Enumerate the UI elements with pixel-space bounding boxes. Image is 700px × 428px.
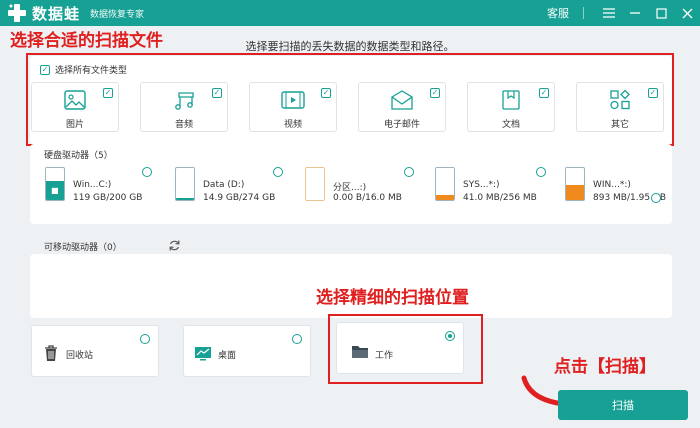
location-desktop-radio[interactable] [292,334,302,344]
file-type-video-checkbox[interactable]: ✓ [321,88,331,98]
drive-name: SYS...*:) [463,180,500,190]
drive-usage-bar [176,198,194,200]
document-icon [502,90,520,110]
close-button[interactable] [674,0,700,26]
drive-usage-bar [566,185,584,200]
drive-icon [305,167,325,201]
menu-icon [603,8,615,18]
other-icon [610,89,630,110]
drive-name: Data (D:) [203,180,245,190]
file-type-image-label: 图片 [65,120,84,130]
file-type-audio[interactable]: ✓ 音频 [140,82,228,132]
windows-logo-icon: ■ [51,186,59,195]
drive-item[interactable]: ■ Win...C:) 119 GB/200 GB [45,164,149,210]
select-all-types[interactable]: ✓ 选择所有文件类型 [40,63,127,76]
drive-size: 14.9 GB/274 GB [203,193,276,203]
title-bar: 数据蛙 数据恢复专家 客服 [0,0,700,26]
drive-icon [175,167,195,201]
close-icon [682,8,692,18]
location-recycle-bin-radio[interactable] [140,334,150,344]
scan-button[interactable]: 扫描 [558,390,688,420]
email-icon [391,90,413,110]
folder-icon [352,346,368,358]
drive-radio[interactable] [273,167,283,177]
titlebar-divider [583,7,584,19]
location-work-folder[interactable]: 工作 [336,322,464,374]
file-type-image-checkbox[interactable]: ✓ [103,88,113,98]
file-type-image[interactable]: ✓ 图片 [31,82,119,132]
drive-item[interactable]: Data (D:) 14.9 GB/274 GB [175,164,279,210]
location-desktop[interactable]: 桌面 [183,325,311,377]
refresh-icon[interactable] [168,239,181,252]
video-icon [281,91,305,109]
drive-icon [565,167,585,201]
app-name: 数据蛙 [32,5,81,23]
minimize-button[interactable] [622,0,648,26]
file-type-email-checkbox[interactable]: ✓ [430,88,440,98]
drive-radio[interactable] [404,167,414,177]
image-icon [64,90,86,110]
select-all-label: 选择所有文件类型 [55,66,128,76]
file-type-audio-label: 音频 [174,120,193,130]
file-type-email-label: 电子邮件 [383,120,420,130]
drive-item[interactable]: SYS...*:) 41.0 MB/256 MB [435,164,539,210]
maximize-icon [655,7,667,19]
removable-drives-title: 可移动驱动器（0） [44,243,122,253]
location-recycle-bin-label: 回收站 [66,351,94,361]
file-type-document-label: 文档 [501,120,520,130]
drive-name: WIN...*:) [593,180,631,190]
file-type-other-label: 其它 [610,120,629,130]
annotation-select-location: 选择精细的扫描位置 [316,288,469,308]
drive-item[interactable]: 分区...:) 0.00 B/16.0 MB [305,164,409,210]
drive-icon [435,167,455,201]
file-type-document-checkbox[interactable]: ✓ [539,88,549,98]
drive-item[interactable]: WIN...*:) 893 MB/1.95 GB [565,164,669,210]
app-tagline: 数据恢复专家 [90,10,145,20]
file-type-document[interactable]: ✓ 文档 [467,82,555,132]
app-logo-icon [8,4,26,22]
drive-radio[interactable] [536,167,546,177]
music-icon [175,92,194,110]
customer-service-link[interactable]: 客服 [547,5,569,21]
hard-drives-title: 硬盘驱动器（5） [44,151,113,161]
recycle-bin-icon [45,345,57,361]
file-type-email[interactable]: ✓ 电子邮件 [358,82,446,132]
drive-size: 41.0 MB/256 MB [463,193,537,203]
file-type-other-checkbox[interactable]: ✓ [648,88,658,98]
drive-radio[interactable] [142,167,152,177]
select-all-checkbox[interactable]: ✓ [40,64,50,75]
file-type-video[interactable]: ✓ 视频 [249,82,337,132]
drive-name: 分区...:) [333,183,367,193]
file-type-audio-checkbox[interactable]: ✓ [212,88,222,98]
location-work-folder-label: 工作 [375,351,394,361]
drive-radio[interactable] [651,193,661,203]
drive-icon: ■ [45,167,65,201]
location-desktop-label: 桌面 [218,351,237,361]
maximize-button[interactable] [648,0,674,26]
drive-size: 0.00 B/16.0 MB [333,193,402,203]
location-work-folder-radio[interactable] [445,331,455,341]
drive-name: Win...C:) [73,180,112,190]
drive-size: 119 GB/200 GB [73,193,143,203]
file-type-video-label: 视频 [283,120,302,130]
minimize-icon [630,12,640,14]
menu-button[interactable] [596,0,622,26]
desktop-icon [195,347,211,361]
annotation-select-files: 选择合适的扫描文件 [10,31,163,51]
file-type-other[interactable]: ✓ 其它 [576,82,664,132]
location-recycle-bin[interactable]: 回收站 [31,325,159,377]
drive-usage-bar [436,194,454,200]
